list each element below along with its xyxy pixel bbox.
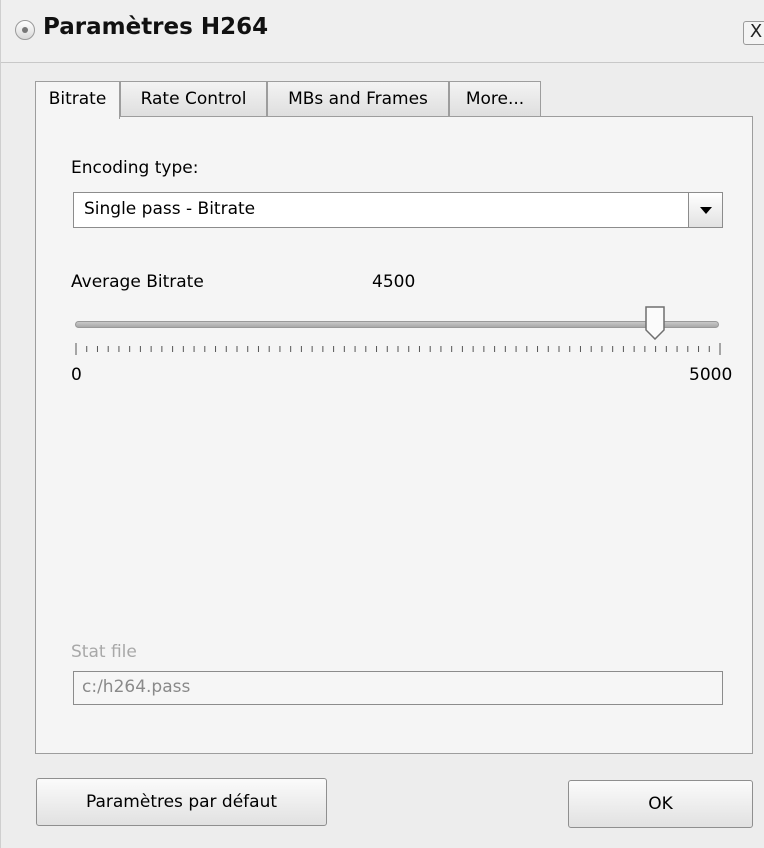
default-settings-button[interactable]: Paramètres par défaut <box>36 778 327 826</box>
bitrate-slider-ticks <box>75 343 721 355</box>
slider-max-label: 5000 <box>689 365 733 385</box>
tab-mbs-and-frames[interactable]: MBs and Frames <box>267 81 449 117</box>
dialog-window: Paramètres H264 X Bitrate Rate Control M… <box>0 0 764 848</box>
encoding-type-select[interactable]: Single pass - Bitrate <box>73 192 723 228</box>
window-title: Paramètres H264 <box>43 14 269 40</box>
tab-bitrate[interactable]: Bitrate <box>35 81 120 119</box>
window-menu-icon[interactable] <box>15 20 35 40</box>
tab-rate-control[interactable]: Rate Control <box>120 81 267 117</box>
encoding-type-value: Single pass - Bitrate <box>84 199 256 219</box>
ok-button[interactable]: OK <box>568 780 753 828</box>
title-bar[interactable]: Paramètres H264 X <box>1 0 764 63</box>
average-bitrate-label: Average Bitrate <box>71 272 204 292</box>
slider-min-label: 0 <box>71 365 82 385</box>
stat-file-label: Stat file <box>71 642 137 662</box>
tab-more[interactable]: More... <box>449 81 541 117</box>
close-icon: X <box>749 21 763 42</box>
close-button[interactable]: X <box>743 21 764 45</box>
average-bitrate-value: 4500 <box>372 272 416 292</box>
bitrate-slider-track[interactable] <box>75 321 719 328</box>
encoding-type-label: Encoding type: <box>71 158 199 178</box>
bitrate-slider-handle[interactable] <box>644 306 666 340</box>
stat-file-input[interactable]: c:/h264.pass <box>73 671 723 705</box>
chevron-down-icon[interactable] <box>688 193 722 227</box>
